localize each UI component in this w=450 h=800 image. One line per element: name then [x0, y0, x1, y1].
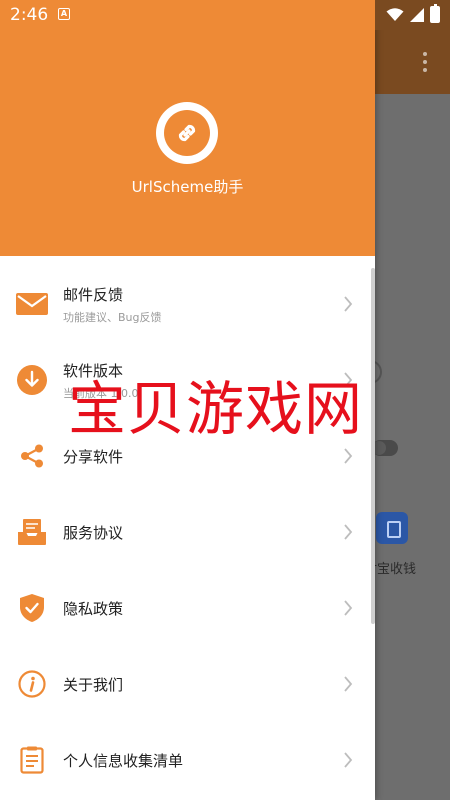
battery-icon [430, 4, 440, 23]
more-options-icon [422, 52, 428, 74]
mail-icon [16, 293, 48, 315]
link-icon [178, 124, 196, 142]
menu-item-title: 隐私政策 [63, 599, 124, 618]
menu-item-title: 分享软件 [63, 447, 124, 466]
chevron-right-icon [344, 752, 353, 768]
menu-item-title: 邮件反馈 [63, 285, 124, 304]
notification-a-icon: A [58, 8, 70, 20]
menu-item-title: 服务协议 [63, 523, 124, 542]
menu-item-subtitle: 功能建议、Bug反馈 [63, 310, 162, 324]
chevron-right-icon [344, 676, 353, 692]
drawer-menu: 邮件反馈 功能建议、Bug反馈 软件版本 当前版本 1.0.0 分享软件 服务协… [0, 266, 375, 798]
chevron-right-icon [344, 296, 353, 312]
shield-check-icon [20, 594, 44, 622]
drawer-scrollbar[interactable] [371, 268, 375, 624]
menu-item-about-us[interactable]: 关于我们 [0, 646, 375, 722]
info-icon [18, 670, 46, 698]
app-logo [156, 102, 218, 164]
inbox-icon [18, 519, 46, 545]
chevron-right-icon [344, 448, 353, 464]
drawer-header: UrlScheme助手 [0, 0, 375, 256]
menu-item-personal-info-list[interactable]: 个人信息收集清单 [0, 722, 375, 798]
app-name: UrlScheme助手 [131, 178, 244, 196]
status-time: 2:46 [10, 5, 49, 25]
menu-item-service-agreement[interactable]: 服务协议 [0, 494, 375, 570]
wifi-icon [386, 7, 404, 21]
menu-item-title: 个人信息收集清单 [63, 751, 184, 770]
clipboard-icon [20, 746, 44, 774]
menu-item-privacy-policy[interactable]: 隐私政策 [0, 570, 375, 646]
signal-icon [410, 7, 424, 22]
status-bar: 2:46 A [0, 0, 450, 30]
share-icon [21, 444, 43, 468]
status-icons [386, 4, 440, 23]
watermark-text: 宝贝游戏网 [68, 375, 364, 443]
menu-item-email-feedback[interactable]: 邮件反馈 功能建议、Bug反馈 [0, 266, 375, 342]
menu-item-title: 关于我们 [63, 675, 124, 694]
chevron-right-icon [344, 600, 353, 616]
download-icon [17, 365, 47, 395]
background-toggle [372, 440, 398, 456]
wallet-icon [376, 512, 408, 544]
chevron-right-icon [344, 524, 353, 540]
